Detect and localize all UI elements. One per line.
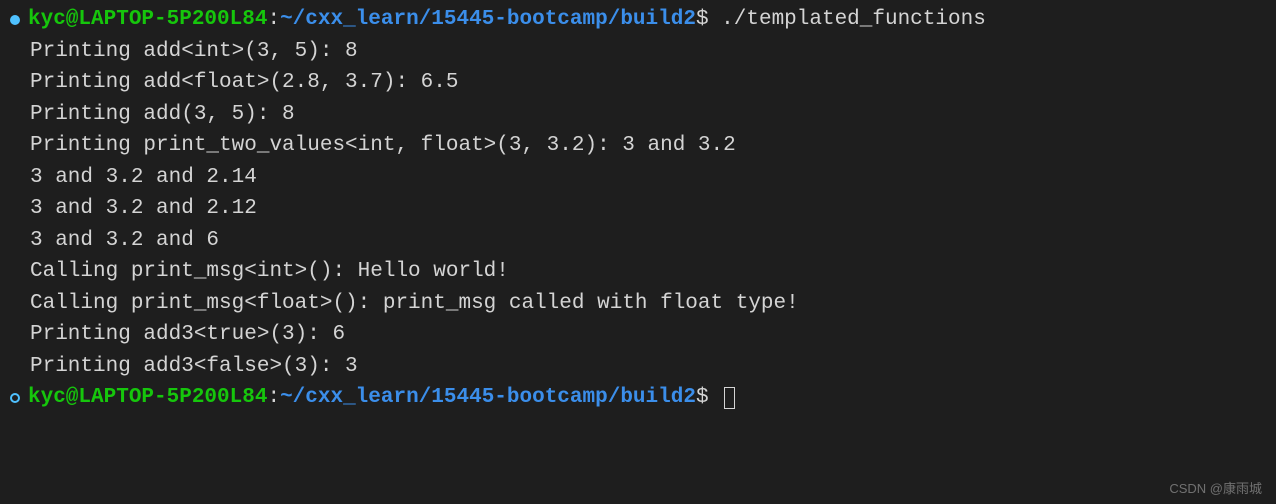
watermark-text: CSDN @康雨城	[1169, 479, 1262, 499]
prompt-colon: :	[267, 4, 280, 36]
output-line: 3 and 3.2 and 6	[10, 225, 1266, 257]
output-line: 3 and 3.2 and 2.14	[10, 162, 1266, 194]
output-line: Printing add<int>(3, 5): 8	[10, 36, 1266, 68]
cursor-icon[interactable]	[724, 387, 735, 409]
output-line: Printing print_two_values<int, float>(3,…	[10, 130, 1266, 162]
current-path: ~/cxx_learn/15445-bootcamp/build2	[280, 382, 696, 414]
current-path: ~/cxx_learn/15445-bootcamp/build2	[280, 4, 696, 36]
user-host: kyc@LAPTOP-5P200L84	[28, 4, 267, 36]
output-line: Printing add3<true>(3): 6	[10, 319, 1266, 351]
output-line: Calling print_msg<float>(): print_msg ca…	[10, 288, 1266, 320]
unmodified-indicator-icon	[10, 393, 20, 403]
output-line: 3 and 3.2 and 2.12	[10, 193, 1266, 225]
command-text: ./templated_functions	[721, 4, 986, 36]
prompt-dollar: $	[696, 4, 721, 36]
prompt-line-2[interactable]: kyc@LAPTOP-5P200L84 : ~/cxx_learn/15445-…	[10, 382, 1266, 414]
prompt-dollar: $	[696, 382, 721, 414]
user-host: kyc@LAPTOP-5P200L84	[28, 382, 267, 414]
prompt-line-1: kyc@LAPTOP-5P200L84 : ~/cxx_learn/15445-…	[10, 4, 1266, 36]
output-line: Printing add3<false>(3): 3	[10, 351, 1266, 383]
modified-indicator-icon	[10, 15, 20, 25]
prompt-colon: :	[267, 382, 280, 414]
output-line: Printing add<float>(2.8, 3.7): 6.5	[10, 67, 1266, 99]
output-line: Printing add(3, 5): 8	[10, 99, 1266, 131]
output-line: Calling print_msg<int>(): Hello world!	[10, 256, 1266, 288]
